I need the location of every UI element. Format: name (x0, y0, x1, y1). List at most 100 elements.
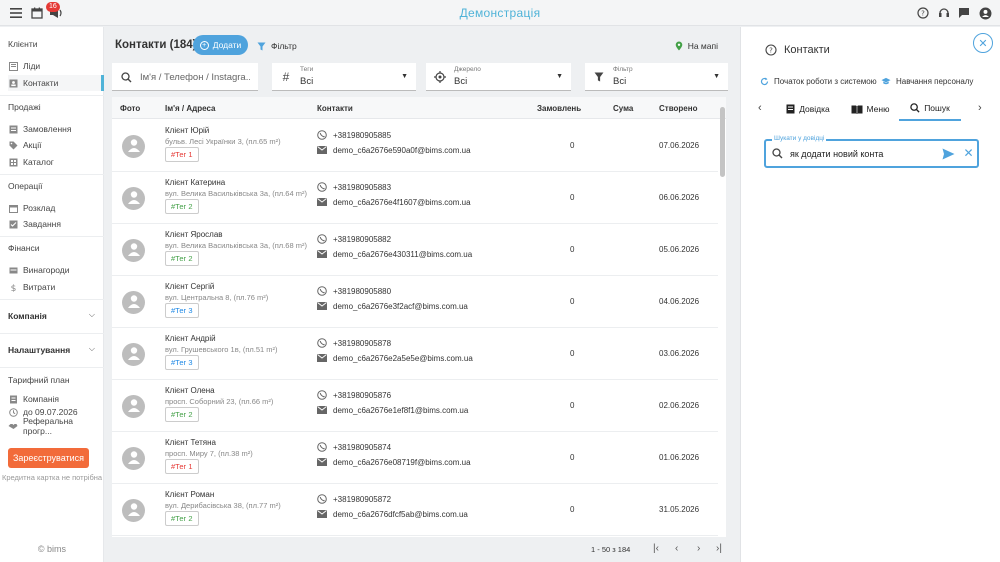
map-link[interactable]: На мапі (675, 41, 718, 51)
contact-tag[interactable]: #Тег 2 (165, 199, 199, 214)
column-sum[interactable]: Сума (613, 104, 633, 113)
link-getting-started[interactable]: Початок роботи з системою (759, 77, 877, 86)
table-row[interactable]: Клієнт Юрій бульв. Лесі Українки 3, (пл.6… (112, 120, 718, 172)
source-select[interactable]: Джерело Всі ▼ (426, 63, 571, 91)
contact-name[interactable]: Клієнт Ярослав (165, 230, 223, 239)
contact-tag[interactable]: #Тег 1 (165, 147, 199, 162)
contact-phone[interactable]: +381980905872 (317, 494, 391, 504)
contact-name[interactable]: Клієнт Тетяна (165, 438, 216, 447)
contact-tag[interactable]: #Тег 3 (165, 303, 199, 318)
section-settings[interactable]: Налаштування (8, 345, 70, 355)
contact-phone[interactable]: +381980905876 (317, 390, 391, 400)
chevron-down-icon[interactable]: ⌵ (89, 344, 95, 354)
contact-tag[interactable]: #Тег 3 (165, 355, 199, 370)
contact-email[interactable]: demo_c6a2676e08719f@bims.com.ua (317, 457, 471, 467)
chevron-right-icon[interactable]: › (978, 102, 982, 114)
catalog-icon (8, 157, 18, 167)
contact-email[interactable]: demo_c6a2676e4f1607@bims.com.ua (317, 197, 471, 207)
divider (0, 236, 104, 237)
help-icon[interactable]: ? (915, 5, 931, 21)
contact-phone[interactable]: +381980905878 (317, 338, 391, 348)
table-row[interactable]: Клієнт Андрій вул. Грушевського 1в, (пл.5… (112, 328, 718, 380)
contact-phone[interactable]: +381980905885 (317, 130, 391, 140)
contact-phone[interactable]: +381980905874 (317, 442, 391, 452)
contact-name[interactable]: Клієнт Андрій (165, 334, 216, 343)
contact-email[interactable]: demo_c6a2676e3f2acf@bims.com.ua (317, 301, 468, 311)
table-row[interactable]: Клієнт Сергій вул. Центральна 8, (пл.76 m… (112, 276, 718, 328)
contact-phone[interactable]: +381980905882 (317, 234, 391, 244)
contact-name[interactable]: Клієнт Юрій (165, 126, 209, 135)
sidebar-item-orders[interactable]: Замовлення (8, 121, 104, 137)
tasks-icon (8, 219, 18, 229)
first-page-icon[interactable]: |‹ (653, 543, 659, 554)
contact-name[interactable]: Клієнт Катерина (165, 178, 225, 187)
sidebar-item-schedule[interactable]: Розклад (8, 200, 104, 216)
next-page-icon[interactable]: › (697, 543, 700, 554)
contact-name[interactable]: Клієнт Роман (165, 490, 214, 499)
register-button[interactable]: Зареєструватися (8, 448, 89, 468)
sidebar-item-tasks[interactable]: Завдання (8, 216, 104, 232)
tag-icon (8, 140, 18, 150)
tab-help[interactable]: Довідка (783, 97, 833, 121)
scrollbar[interactable] (718, 97, 726, 537)
send-icon[interactable] (942, 147, 955, 160)
filter-select[interactable]: Фільтр Всі ▼ (585, 63, 728, 91)
table-row[interactable]: Клієнт Катерина вул. Велика Васильківська… (112, 172, 718, 224)
tab-search[interactable]: Пошук (899, 97, 961, 121)
clear-icon[interactable]: ✕ (962, 146, 975, 160)
mail-icon (317, 509, 327, 519)
contact-address: вул. Дерибасівська 38, (пл.77 m²) (165, 501, 281, 510)
sidebar-item-rewards[interactable]: Винагороди (8, 262, 104, 278)
search-box[interactable]: Ім'я / Телефон / Instagra... (112, 63, 258, 91)
account-icon[interactable] (977, 5, 993, 21)
contact-email[interactable]: demo_c6a2676e430311@bims.com.ua (317, 249, 472, 259)
contact-tag[interactable]: #Тег 1 (165, 459, 199, 474)
mail-icon (317, 197, 327, 207)
prev-page-icon[interactable]: ‹ (675, 543, 678, 554)
contact-name[interactable]: Клієнт Сергій (165, 282, 214, 291)
column-name-address[interactable]: Ім'я / Адреса (165, 104, 215, 113)
contact-name[interactable]: Клієнт Олена (165, 386, 215, 395)
contact-email[interactable]: demo_c6a2676dfcf5ab@bims.com.ua (317, 509, 468, 519)
contact-tag[interactable]: #Тег 2 (165, 251, 199, 266)
search-input[interactable]: Ім'я / Телефон / Instagra... (140, 72, 250, 83)
contact-tag[interactable]: #Тег 2 (165, 407, 199, 422)
section-plan: Тарифний план (8, 375, 70, 385)
filter-link[interactable]: Фільтр (257, 41, 297, 51)
contact-email[interactable]: demo_c6a2676e590a0f@bims.com.ua (317, 145, 471, 155)
last-page-icon[interactable]: ›| (716, 543, 722, 554)
support-icon[interactable] (936, 5, 952, 21)
sidebar-item-catalog[interactable]: Каталог (8, 154, 104, 170)
viber-icon (317, 390, 327, 400)
section-company[interactable]: Компанія (8, 311, 47, 321)
column-created[interactable]: Створено (659, 104, 697, 113)
contact-email[interactable]: demo_c6a2676e2a5e5e@bims.com.ua (317, 353, 473, 363)
tags-select[interactable]: # Теги Всі ▼ (272, 63, 416, 91)
table-row[interactable]: Клієнт Тетяна просп. Миру 7, (пл.38 m²) #Т… (112, 432, 718, 484)
column-orders[interactable]: Замовлень (537, 104, 581, 113)
sidebar-item-promos[interactable]: Акції (8, 137, 104, 153)
contact-tag[interactable]: #Тег 2 (165, 511, 199, 526)
add-contact-button[interactable]: + Додати (193, 35, 248, 55)
link-staff-training[interactable]: Навчання персоналу (881, 77, 973, 86)
table-row[interactable]: Клієнт Олена просп. Соборний 23, (пл.66 m… (112, 380, 718, 432)
chevron-down-icon[interactable]: ⌵ (89, 310, 95, 320)
contact-phone[interactable]: +381980905883 (317, 182, 391, 192)
sidebar-item-expenses[interactable]: $ Витрати (8, 279, 104, 295)
chevron-left-icon[interactable]: ‹ (758, 102, 762, 114)
contact-phone[interactable]: +381980905880 (317, 286, 391, 296)
close-button[interactable]: ✕ (973, 33, 993, 53)
help-search-input[interactable] (790, 146, 930, 161)
created-date: 03.06.2026 (659, 349, 700, 358)
scrollbar-thumb[interactable] (720, 107, 725, 177)
sidebar-item-leads[interactable]: Ліди (8, 58, 104, 74)
help-search-field[interactable]: Шукати у довідці ✕ (764, 135, 979, 168)
sidebar-item-referral[interactable]: Реферальна прогр... (8, 416, 104, 436)
contact-email[interactable]: demo_c6a2676e1ef8f1@bims.com.ua (317, 405, 468, 415)
table-row[interactable]: Клієнт Ярослав вул. Велика Васильківська … (112, 224, 718, 276)
sidebar-item-contacts[interactable]: Контакти (8, 75, 104, 91)
mail-icon (317, 457, 327, 467)
tab-menu[interactable]: Меню (848, 97, 892, 121)
chat-icon[interactable] (956, 5, 972, 21)
table-row[interactable]: Клієнт Роман вул. Дерибасівська 38, (пл.7… (112, 484, 718, 536)
